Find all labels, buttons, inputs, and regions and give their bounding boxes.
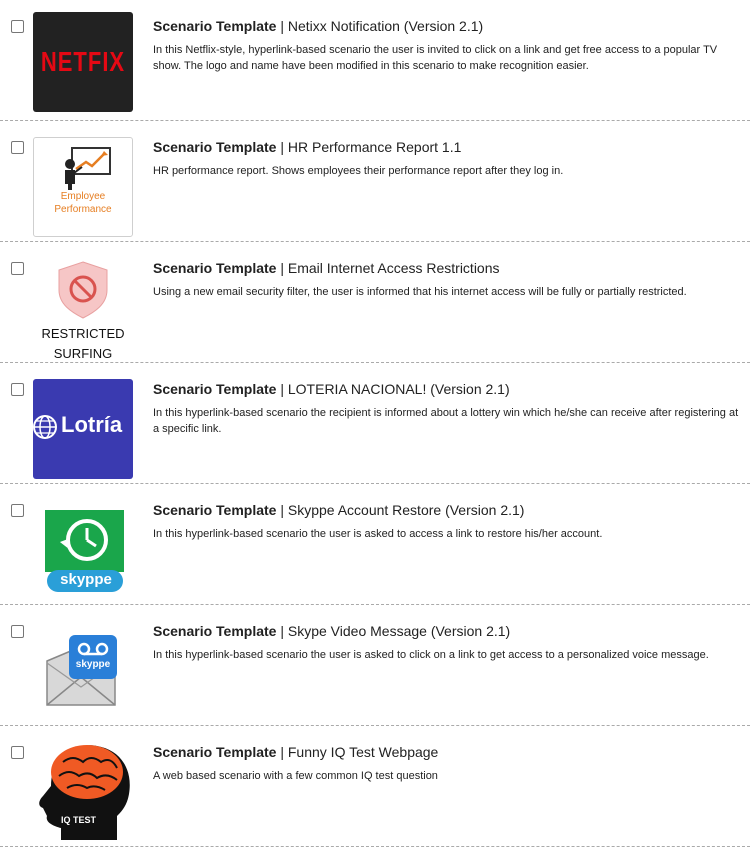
thumb-caption: Employee Performance (54, 191, 112, 215)
scenario-description: In this Netflix-style, hyperlink-based s… (153, 44, 718, 72)
scenario-description: In this hyperlink-based scenario the use… (153, 649, 709, 661)
scenario-description: HR performance report. Shows employees t… (153, 165, 564, 177)
title-separator: | (276, 381, 288, 397)
select-checkbox[interactable] (11, 262, 24, 275)
select-checkbox[interactable] (11, 141, 24, 154)
netflix-logo-icon: NETFIX (33, 12, 133, 112)
select-checkbox[interactable] (11, 383, 24, 396)
restricted-shield-icon: RESTRICTED SURFING (33, 256, 133, 360)
scenario-row[interactable]: Lotría Scenario Template | LOTERIA NACIO… (0, 363, 750, 484)
scenario-row[interactable]: skyppe Scenario Template | Skype Video M… (0, 605, 750, 726)
skyppe-voicemail-icon: skyppe (33, 621, 133, 721)
title-separator: | (276, 623, 288, 639)
title-prefix: Scenario Template (153, 260, 277, 276)
title-text: Funny IQ Test Webpage (287, 744, 439, 760)
scenario-row[interactable]: Employee Performance Scenario Template |… (0, 121, 750, 242)
title-separator: | (276, 744, 288, 760)
thumb-caption: IQ TEST (61, 815, 97, 825)
scenario-description: In this hyperlink-based scenario the rec… (153, 407, 739, 435)
scenario-row[interactable]: RESTRICTED SURFING Scenario Template | E… (0, 242, 750, 363)
scenario-title[interactable]: Scenario Template | Skyppe Account Resto… (153, 502, 524, 518)
scenario-title[interactable]: Scenario Template | Email Internet Acces… (153, 260, 500, 276)
title-separator: | (276, 18, 288, 34)
employee-performance-icon: Employee Performance (33, 137, 133, 237)
scenario-title[interactable]: Scenario Template | Netixx Notification … (153, 18, 483, 34)
select-checkbox[interactable] (11, 20, 24, 33)
title-prefix: Scenario Template (153, 139, 277, 155)
title-text: Netixx Notification (Version 2.1) (287, 18, 484, 34)
title-separator: | (276, 139, 288, 155)
presentation-chart-icon (65, 147, 111, 190)
head-silhouette-icon (39, 745, 130, 840)
thumb-logo-text: Lotría (61, 412, 123, 437)
scenario-template-list: NETFIX Scenario Template | Netixx Notifi… (0, 0, 754, 855)
title-text: Skype Video Message (Version 2.1) (287, 623, 511, 639)
lotria-logo-icon: Lotría (33, 379, 133, 479)
envelope-icon (46, 635, 117, 706)
thumb-caption: RESTRICTED SURFING (41, 326, 125, 360)
title-prefix: Scenario Template (153, 623, 277, 639)
scenario-description: A web based scenario with a few common I… (153, 770, 438, 782)
select-checkbox[interactable] (11, 746, 24, 759)
title-separator: | (276, 502, 288, 518)
scenario-title[interactable]: Scenario Template | Skype Video Message … (153, 623, 510, 639)
scenario-row[interactable]: IQ TEST Scenario Template | Funny IQ Tes… (0, 726, 750, 847)
title-separator: | (276, 260, 288, 276)
scenario-title[interactable]: Scenario Template | Funny IQ Test Webpag… (153, 744, 438, 760)
title-text: Email Internet Access Restrictions (287, 260, 500, 276)
title-prefix: Scenario Template (153, 18, 277, 34)
title-text: LOTERIA NACIONAL! (Version 2.1) (287, 381, 510, 397)
title-text: HR Performance Report 1.1 (287, 139, 462, 155)
scenario-row[interactable]: skyppe Scenario Template | Skyppe Accoun… (0, 484, 750, 605)
thumb-logo-text: NETFIX (40, 45, 126, 77)
scenario-title[interactable]: Scenario Template | HR Performance Repor… (153, 139, 461, 155)
title-prefix: Scenario Template (153, 744, 277, 760)
shield-icon (58, 261, 108, 319)
scenario-title[interactable]: Scenario Template | LOTERIA NACIONAL! (V… (153, 381, 510, 397)
scenario-row[interactable]: NETFIX Scenario Template | Netixx Notifi… (0, 0, 750, 121)
skyppe-restore-icon: skyppe (33, 500, 133, 600)
title-prefix: Scenario Template (153, 381, 277, 397)
globe-icon (33, 415, 57, 439)
thumb-logo-text: skyppe (60, 571, 112, 588)
scenario-description: In this hyperlink-based scenario the use… (153, 528, 603, 540)
thumb-logo-text: skyppe (75, 659, 111, 670)
scenario-description: Using a new email security filter, the u… (153, 286, 687, 298)
select-checkbox[interactable] (11, 504, 24, 517)
title-text: Skyppe Account Restore (Version 2.1) (287, 502, 525, 518)
iq-test-brain-icon: IQ TEST (33, 740, 133, 840)
select-checkbox[interactable] (11, 625, 24, 638)
title-prefix: Scenario Template (153, 502, 277, 518)
